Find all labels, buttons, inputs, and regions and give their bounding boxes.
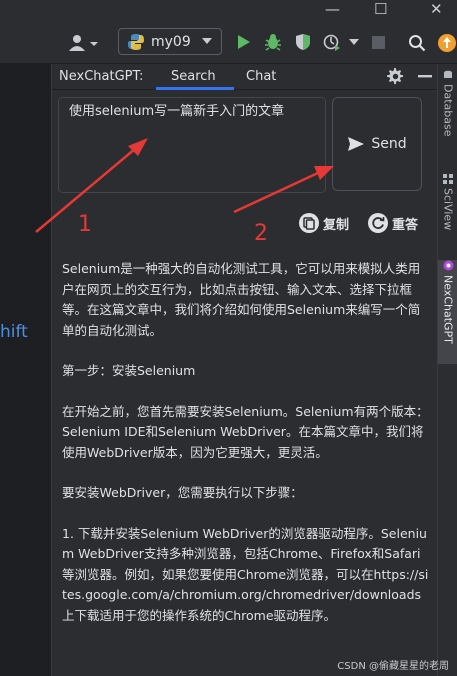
- annotation-arrows: [35, 138, 334, 233]
- annotation-arrow-1: [35, 138, 148, 233]
- annotation-number-2: 2: [254, 221, 268, 246]
- annotation-arrow-2: [233, 166, 334, 214]
- annotation-number-1: 1: [78, 212, 92, 237]
- watermark: CSDN @偷藏星星的老周: [337, 661, 449, 672]
